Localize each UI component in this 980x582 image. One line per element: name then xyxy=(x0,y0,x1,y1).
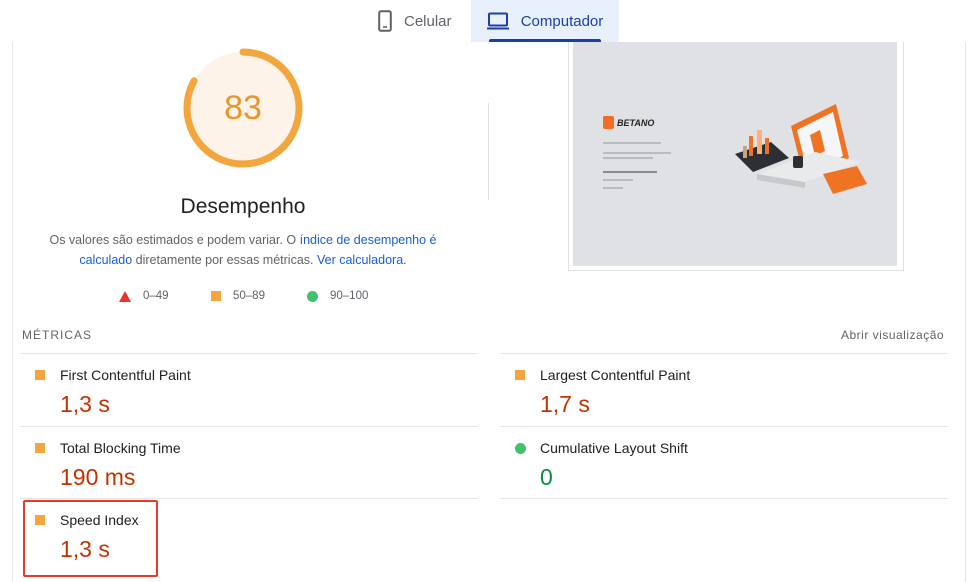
fail-triangle-icon xyxy=(119,290,131,302)
pass-circle-icon xyxy=(515,443,526,454)
pass-circle-icon xyxy=(307,290,318,302)
placeholder-text-line xyxy=(603,187,623,189)
vertical-divider xyxy=(488,103,489,200)
tab-desktop-label: Computador xyxy=(520,12,604,30)
average-square-icon xyxy=(515,370,525,380)
panel-border-right xyxy=(965,42,966,582)
metrics-heading: MÉTRICAS xyxy=(22,328,93,342)
speed-index-highlight-box xyxy=(23,500,158,577)
laptop-illustration xyxy=(735,104,867,194)
placeholder-text-line xyxy=(603,152,671,154)
metric-name: Largest Contentful Paint xyxy=(540,367,691,383)
legend-fail: 0–49 xyxy=(119,290,169,302)
placeholder-text-line xyxy=(603,179,633,181)
metric-first-contentful-paint: First Contentful Paint 1,3 s xyxy=(20,354,460,426)
legend-pass-label: 90–100 xyxy=(330,290,369,302)
legend-average: 50–89 xyxy=(211,290,265,302)
betano-brand: BETANO xyxy=(603,116,654,129)
panel-border-left xyxy=(12,42,13,582)
betano-logo-icon xyxy=(603,116,614,129)
betano-brand-text: BETANO xyxy=(617,117,655,128)
tab-mobile-label: Celular xyxy=(404,12,452,30)
score-description: Os valores são estimados e podem variar.… xyxy=(40,230,446,270)
legend-average-label: 50–89 xyxy=(233,290,265,302)
metric-total-blocking-time: Total Blocking Time 190 ms xyxy=(20,427,460,499)
metric-name: Cumulative Layout Shift xyxy=(540,440,688,456)
category-title: Desempenho xyxy=(180,195,306,218)
laptop-icon xyxy=(486,12,509,30)
placeholder-text-line xyxy=(603,142,661,144)
description-text-2: diretamente por essas métricas. xyxy=(132,253,317,267)
legend-pass: 90–100 xyxy=(307,290,368,302)
final-screenshot: BETANO xyxy=(573,42,897,266)
metric-cumulative-layout-shift: Cumulative Layout Shift 0 xyxy=(500,427,940,499)
phone-icon xyxy=(378,10,392,32)
legend-fail-label: 0–49 xyxy=(143,290,169,302)
placeholder-text-line xyxy=(603,171,657,173)
metric-largest-contentful-paint: Largest Contentful Paint 1,7 s xyxy=(500,354,940,426)
description-text: Os valores são estimados e podem variar.… xyxy=(49,233,300,247)
tab-mobile[interactable]: Celular xyxy=(378,0,468,42)
view-toggle-link[interactable]: Abrir visualização xyxy=(841,328,944,342)
average-square-icon xyxy=(35,443,45,453)
metric-name: Total Blocking Time xyxy=(60,440,181,456)
average-square-icon xyxy=(35,370,45,380)
performance-score-value: 83 xyxy=(224,88,262,127)
average-square-icon xyxy=(211,291,221,301)
metric-name: First Contentful Paint xyxy=(60,367,191,383)
placeholder-text-line xyxy=(603,157,653,159)
metric-value: 0 xyxy=(540,464,553,490)
calculator-link[interactable]: Ver calculadora. xyxy=(317,253,407,267)
tab-desktop[interactable]: Computador xyxy=(471,0,619,42)
metric-value: 1,7 s xyxy=(540,391,590,417)
metric-value: 1,3 s xyxy=(60,391,110,417)
device-tabs: Celular Computador xyxy=(0,0,980,42)
metric-value: 190 ms xyxy=(60,464,136,490)
